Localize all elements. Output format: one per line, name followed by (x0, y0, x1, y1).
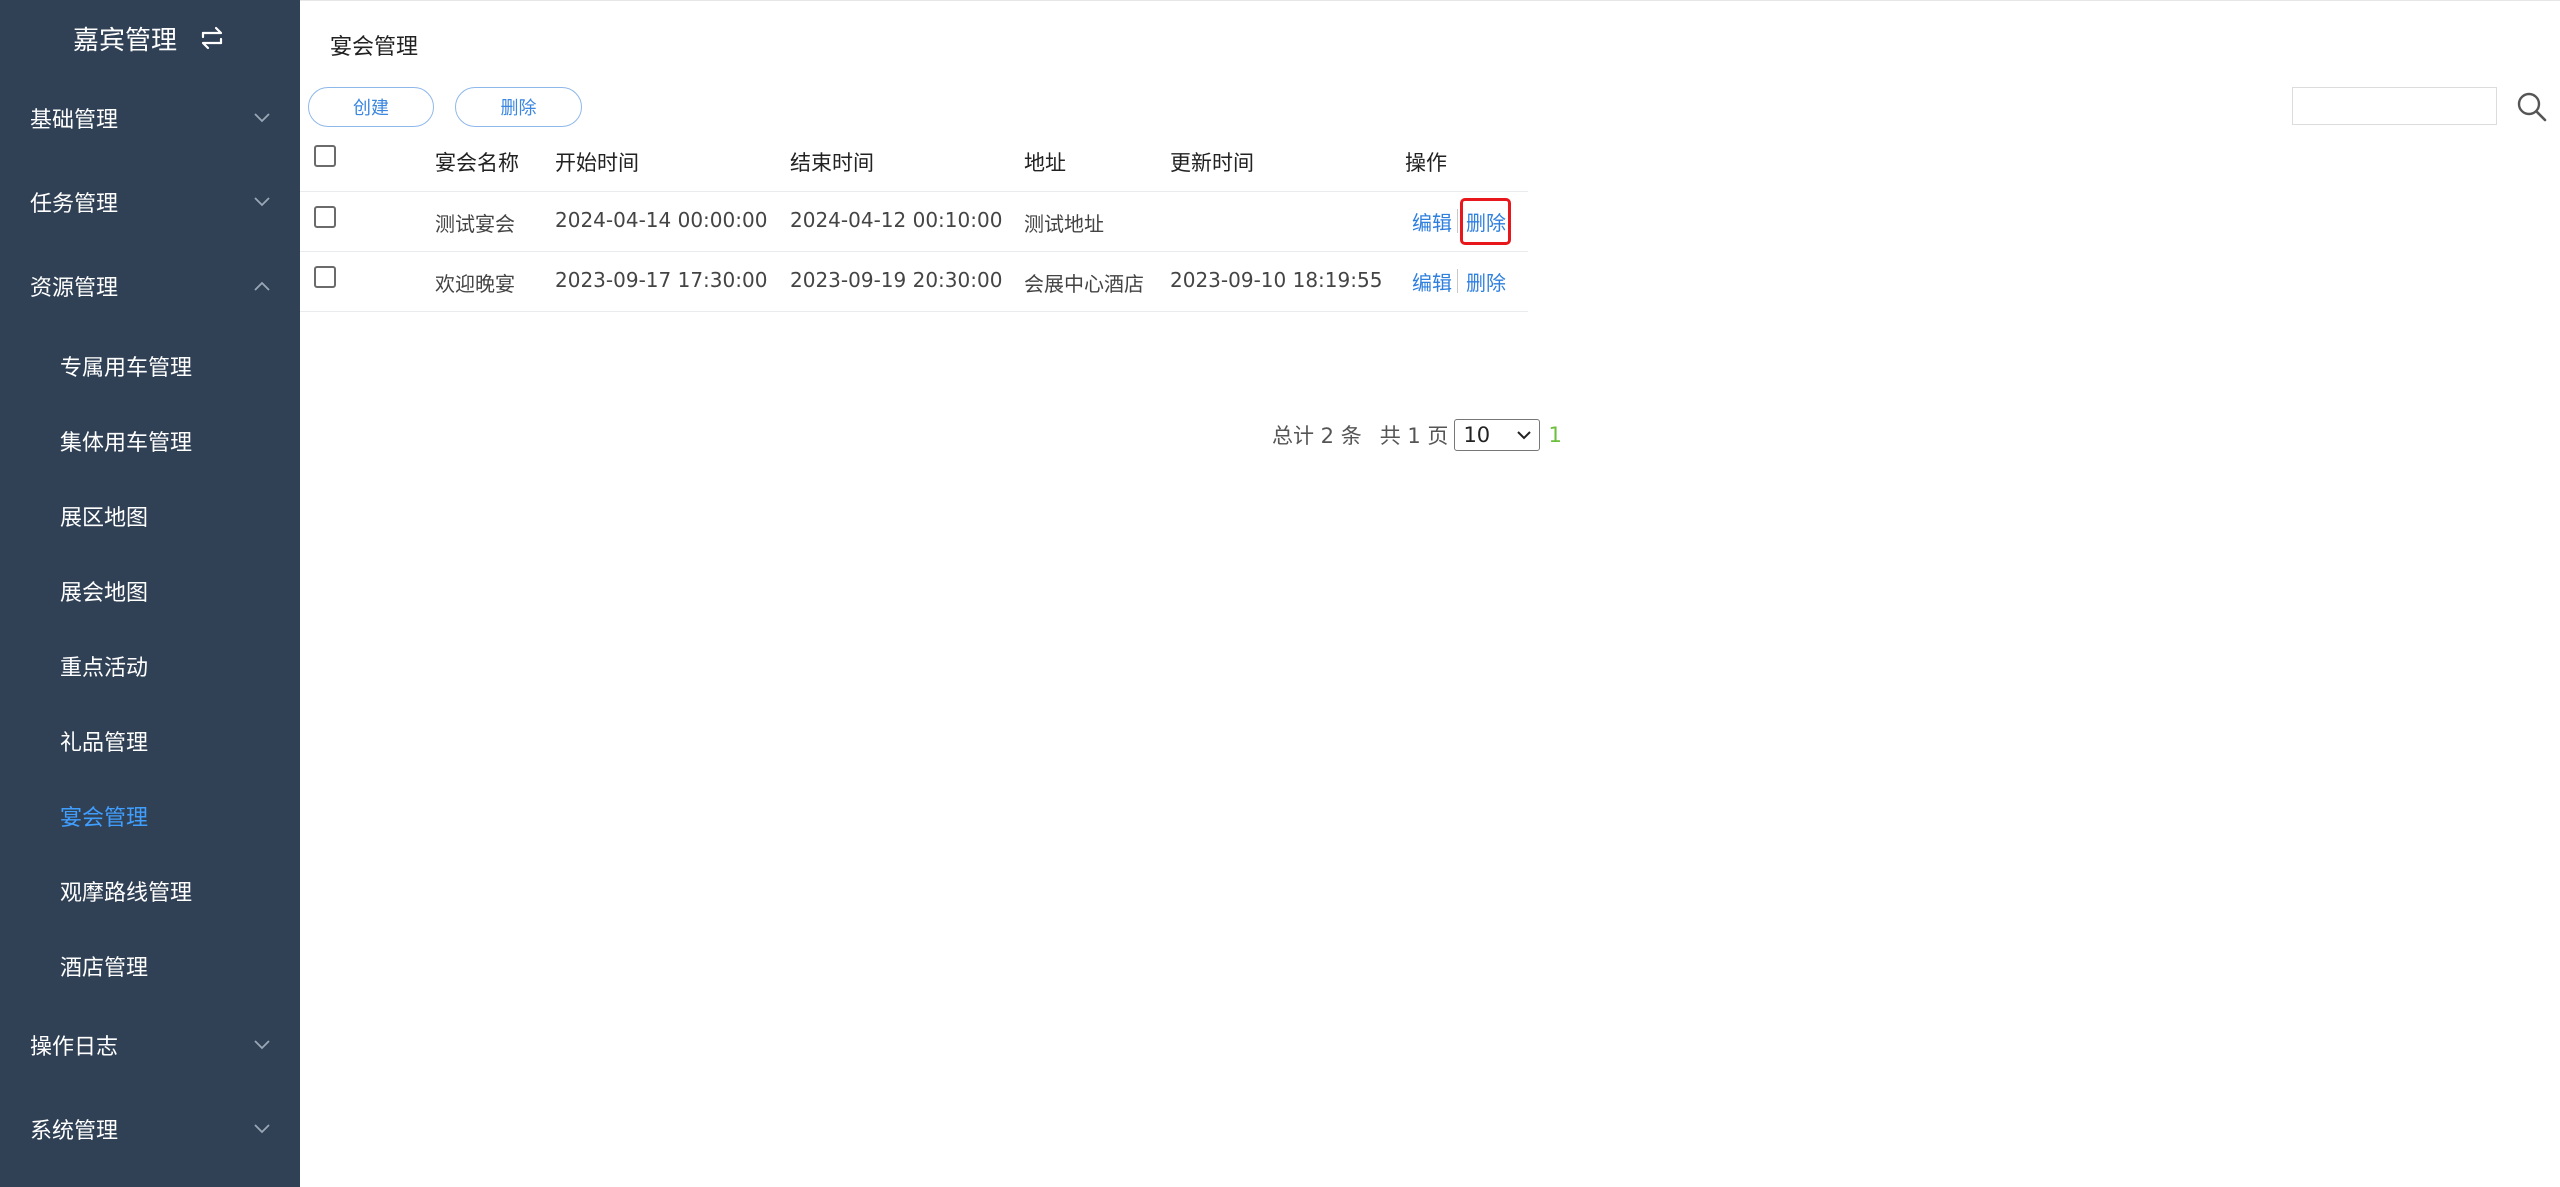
sidebar-item-gifts[interactable]: 礼品管理 (0, 703, 300, 778)
page-size-select[interactable]: 10 (1454, 419, 1541, 451)
column-header-address: 地址 (1024, 151, 1066, 175)
cell-start: 2024-04-14 00:00:00 (555, 208, 768, 232)
search-input[interactable] (2292, 87, 2497, 125)
cell-end: 2024-04-12 00:10:00 (790, 208, 1003, 232)
delete-button[interactable]: 删除 (455, 87, 582, 127)
chevron-down-icon (254, 1040, 270, 1050)
swap-arrows-icon[interactable] (197, 25, 227, 51)
edit-link[interactable]: 编辑 (1412, 207, 1452, 236)
cell-end: 2023-09-19 20:30:00 (790, 268, 1003, 292)
chevron-down-icon (254, 113, 270, 123)
page-title: 宴会管理 (330, 35, 419, 60)
sidebar-item-tour-route[interactable]: 观摩路线管理 (0, 853, 300, 928)
column-header-start: 开始时间 (555, 151, 639, 175)
menu-group-task[interactable]: 任务管理 (0, 160, 300, 244)
chevron-down-icon (1517, 430, 1532, 439)
chevron-down-icon (254, 1124, 270, 1134)
menu-group-resource[interactable]: 资源管理 (0, 244, 300, 328)
page-size-value: 10 (1463, 423, 1491, 447)
menu-group-log[interactable]: 操作日志 (0, 1003, 300, 1087)
menu-group-system[interactable]: 系统管理 (0, 1087, 300, 1171)
action-separator (1457, 269, 1458, 293)
sidebar-item-exhibit-area-map[interactable]: 展区地图 (0, 478, 300, 553)
column-header-actions: 操作 (1405, 151, 1447, 175)
delete-link[interactable]: 删除 (1466, 267, 1506, 296)
row-divider (300, 251, 1528, 252)
row-divider (300, 191, 1528, 192)
column-header-updated: 更新时间 (1170, 151, 1254, 175)
chevron-down-icon (254, 197, 270, 207)
chevron-up-icon (254, 281, 270, 291)
menu-group-label: 任务管理 (30, 192, 119, 217)
sidebar-item-group-car[interactable]: 集体用车管理 (0, 403, 300, 478)
page-count: 共 1 页 (1379, 424, 1449, 448)
current-page[interactable]: 1 (1548, 423, 1561, 447)
brand-header: 嘉宾管理 (0, 0, 300, 76)
menu-group-label: 操作日志 (30, 1035, 119, 1060)
sidebar-item-expo-map[interactable]: 展会地图 (0, 553, 300, 628)
app-title: 嘉宾管理 (72, 25, 177, 56)
column-header-end: 结束时间 (790, 151, 874, 175)
select-all-checkbox[interactable] (314, 145, 336, 167)
menu-group-basic[interactable]: 基础管理 (0, 76, 300, 160)
search-icon[interactable] (2516, 91, 2548, 123)
cell-name: 测试宴会 (435, 212, 515, 236)
menu-group-label: 系统管理 (30, 1119, 119, 1144)
main-content: 宴会管理 创建 删除 宴会名称 开始时间 结束时间 地址 更新时间 操作 测试宴… (300, 0, 2560, 1187)
create-button[interactable]: 创建 (308, 87, 434, 127)
cell-address: 会展中心酒店 (1024, 272, 1144, 296)
sidebar-item-banquet[interactable]: 宴会管理 (0, 778, 300, 853)
menu-group-label: 资源管理 (30, 276, 119, 301)
total-count: 总计 2 条 (1272, 424, 1362, 448)
edit-link[interactable]: 编辑 (1412, 267, 1452, 296)
pagination: 总计 2 条 共 1 页 10 1 (1272, 419, 1562, 451)
sidebar-item-dedicated-car[interactable]: 专属用车管理 (0, 328, 300, 403)
row-checkbox[interactable] (314, 266, 336, 288)
delete-highlight-box (1460, 198, 1511, 245)
cell-address: 测试地址 (1024, 212, 1104, 236)
cell-name: 欢迎晚宴 (435, 272, 515, 296)
row-checkbox[interactable] (314, 206, 336, 228)
sidebar-item-key-events[interactable]: 重点活动 (0, 628, 300, 703)
action-separator (1457, 209, 1458, 233)
row-divider (300, 311, 1528, 312)
sidebar-item-hotel[interactable]: 酒店管理 (0, 928, 300, 1003)
menu-group-label: 基础管理 (30, 108, 119, 133)
sidebar: 嘉宾管理 基础管理 任务管理 资源管理 专属用车管理 集体用车管理 展区地图 展… (0, 0, 300, 1187)
cell-start: 2023-09-17 17:30:00 (555, 268, 768, 292)
column-header-name: 宴会名称 (435, 151, 519, 175)
cell-updated: 2023-09-10 18:19:55 (1170, 268, 1383, 292)
